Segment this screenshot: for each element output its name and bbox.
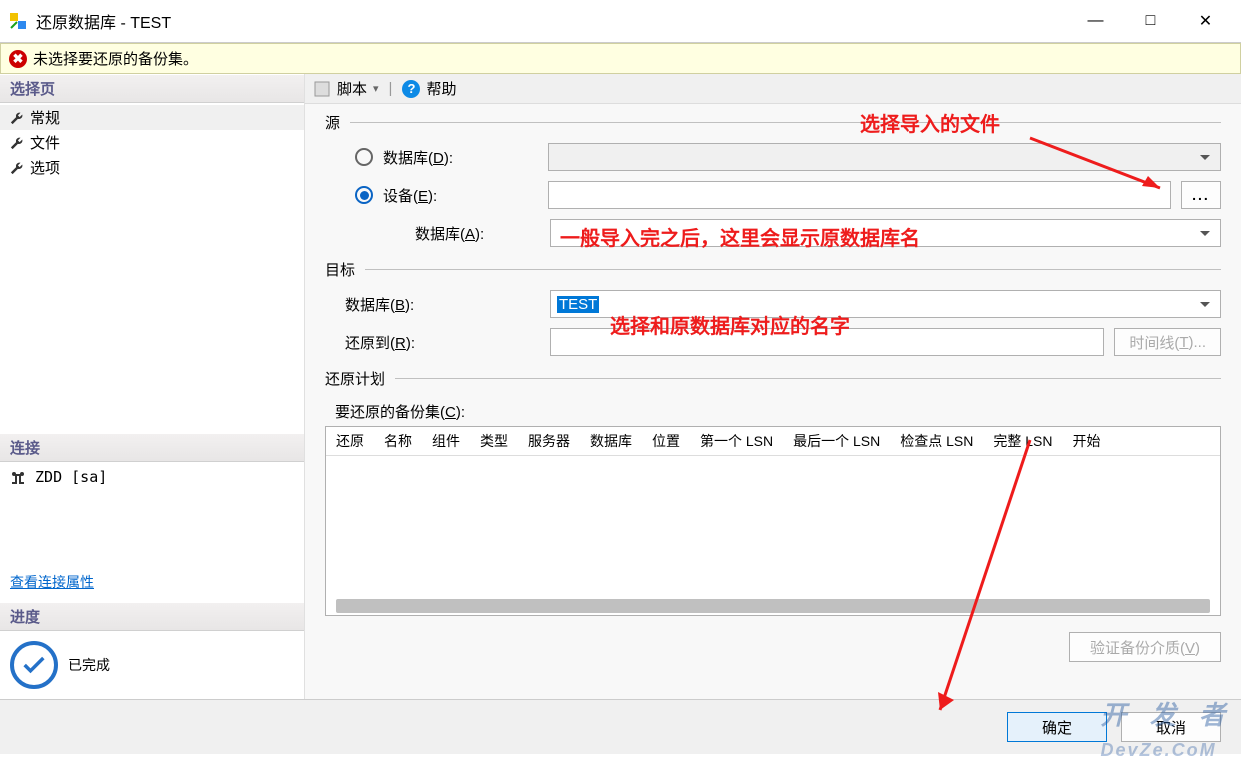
horizontal-scrollbar[interactable]: [336, 599, 1210, 613]
script-button[interactable]: 脚本: [337, 78, 367, 99]
col-database[interactable]: 数据库: [580, 427, 642, 455]
progress-status: 已完成: [68, 655, 110, 675]
wrench-icon: [10, 161, 24, 175]
window-title: 还原数据库 - TEST: [36, 9, 1068, 33]
close-button[interactable]: ✕: [1178, 1, 1233, 41]
database-a-label: 数据库(A):: [415, 223, 550, 244]
error-bar: ✖ 未选择要还原的备份集。: [0, 43, 1241, 74]
wrench-icon: [10, 111, 24, 125]
restore-to-textbox[interactable]: [550, 328, 1104, 356]
ok-button[interactable]: 确定: [1007, 712, 1107, 742]
sidebar: 选择页 常规 文件 选项 连接 ZDD [sa] 查看连接属性 进度: [0, 74, 305, 699]
grid-header-row: 还原 名称 组件 类型 服务器 数据库 位置 第一个 LSN 最后一个 LSN …: [326, 427, 1220, 456]
col-position[interactable]: 位置: [642, 427, 690, 455]
script-icon: [313, 80, 331, 98]
dialog-footer: 确定 取消: [0, 699, 1241, 754]
source-header: 源: [325, 112, 340, 133]
col-full-lsn[interactable]: 完整 LSN: [983, 427, 1062, 455]
timeline-button: 时间线(T)...: [1114, 328, 1221, 356]
help-button[interactable]: 帮助: [426, 78, 456, 99]
server-icon: [10, 471, 26, 485]
select-page-header: 选择页: [0, 74, 304, 103]
title-bar: 还原数据库 - TEST — □ ✕: [0, 0, 1241, 43]
target-header: 目标: [325, 259, 355, 280]
sidebar-item-label: 选项: [30, 157, 60, 178]
sidebar-item-label: 文件: [30, 132, 60, 153]
backup-sets-label: 要还原的备份集(C):: [335, 401, 1221, 422]
col-server[interactable]: 服务器: [518, 427, 580, 455]
col-component[interactable]: 组件: [422, 427, 470, 455]
col-name[interactable]: 名称: [374, 427, 422, 455]
connection-value: ZDD [sa]: [0, 462, 304, 492]
radio-device-label: 设备(E):: [383, 185, 548, 206]
col-last-lsn[interactable]: 最后一个 LSN: [783, 427, 890, 455]
content-toolbar: 脚本 ▾ | ? 帮助: [305, 74, 1241, 104]
view-connection-link[interactable]: 查看连接属性: [0, 572, 304, 602]
sidebar-item-files[interactable]: 文件: [0, 130, 304, 155]
restore-to-label: 还原到(R):: [345, 332, 550, 353]
sidebar-item-general[interactable]: 常规: [0, 105, 304, 130]
maximize-button[interactable]: □: [1123, 1, 1178, 41]
device-textbox[interactable]: [548, 181, 1171, 209]
backup-sets-grid[interactable]: 还原 名称 组件 类型 服务器 数据库 位置 第一个 LSN 最后一个 LSN …: [325, 426, 1221, 616]
progress-header: 进度: [0, 602, 304, 631]
col-first-lsn[interactable]: 第一个 LSN: [690, 427, 783, 455]
verify-media-button: 验证备份介质(V): [1069, 632, 1221, 662]
help-icon: ?: [402, 80, 420, 98]
content-pane: 脚本 ▾ | ? 帮助 源 数据库(D): 设备(E): ... 数据库(A):: [305, 74, 1241, 699]
sidebar-item-options[interactable]: 选项: [0, 155, 304, 180]
error-icon: ✖: [9, 50, 27, 68]
progress-circle-icon: [10, 641, 58, 689]
connection-header: 连接: [0, 433, 304, 462]
restore-plan-header: 还原计划: [325, 368, 385, 389]
sidebar-item-label: 常规: [30, 107, 60, 128]
script-dropdown[interactable]: ▾: [373, 82, 379, 95]
minimize-button[interactable]: —: [1068, 1, 1123, 41]
watermark: 开 发 者 DevZe.CoM: [1101, 695, 1233, 763]
radio-database[interactable]: [355, 148, 373, 166]
col-checkpoint-lsn[interactable]: 检查点 LSN: [890, 427, 983, 455]
app-icon: [8, 11, 28, 31]
source-database-combo: [548, 143, 1221, 171]
browse-device-button[interactable]: ...: [1181, 181, 1221, 209]
target-database-combo[interactable]: TEST: [550, 290, 1221, 318]
col-type[interactable]: 类型: [470, 427, 518, 455]
col-start[interactable]: 开始: [1063, 427, 1111, 455]
radio-database-label: 数据库(D):: [383, 147, 548, 168]
target-database-label: 数据库(B):: [345, 294, 550, 315]
source-database-a-combo[interactable]: [550, 219, 1221, 247]
radio-device[interactable]: [355, 186, 373, 204]
error-message: 未选择要还原的备份集。: [33, 48, 198, 69]
col-restore[interactable]: 还原: [326, 427, 374, 455]
wrench-icon: [10, 136, 24, 150]
